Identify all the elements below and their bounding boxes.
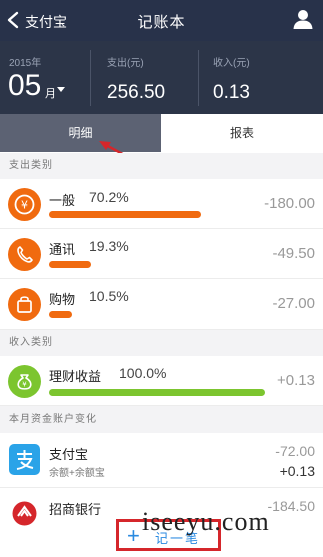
- account-amount-out: -72.00: [275, 443, 315, 459]
- account-amount-in: +0.13: [279, 463, 315, 479]
- expense-total: 256.50: [107, 82, 166, 103]
- category-name: 购物: [49, 292, 76, 307]
- year-label: 2015年: [9, 58, 42, 69]
- account-amount-out: -184.50: [267, 498, 315, 514]
- tab-report[interactable]: 报表: [161, 114, 323, 152]
- view-tabs: 明细 报表: [0, 114, 323, 152]
- account-row-alipay[interactable]: 支付宝 余额+余额宝 -72.00 +0.13: [0, 433, 323, 488]
- account-name: 招商银行: [49, 502, 102, 517]
- accounts-section-header: 本月资金账户变化: [0, 406, 323, 433]
- expense-label: 支出(元): [107, 58, 144, 69]
- expense-row-telecom[interactable]: 通讯 19.3% -49.50: [0, 229, 323, 279]
- yen-icon: ¥: [8, 188, 41, 221]
- watermark: iseeyu.com: [142, 507, 270, 536]
- category-percent: 100.0%: [119, 365, 167, 381]
- svg-text:¥: ¥: [22, 381, 27, 389]
- account-subtitle: 余额+余额宝: [49, 468, 105, 479]
- monthly-summary: 2015年 05 月 支出(元) 256.50 收入(元) 0.13: [0, 41, 323, 114]
- divider: [90, 50, 91, 106]
- divider: [198, 50, 199, 106]
- income-total: 0.13: [213, 82, 250, 103]
- category-percent: 70.2%: [89, 189, 129, 205]
- tab-detail[interactable]: 明细: [0, 114, 161, 152]
- category-name: 一般: [49, 193, 76, 208]
- top-nav-bar: 支付宝 记账本: [0, 0, 323, 41]
- caret-down-icon[interactable]: [57, 87, 65, 92]
- share-bar: [49, 261, 91, 268]
- income-section-header: 收入类别: [0, 330, 323, 356]
- month-selector[interactable]: 05: [8, 69, 41, 103]
- expense-row-shopping[interactable]: 购物 10.5% -27.00: [0, 279, 323, 330]
- category-amount: +0.13: [277, 372, 315, 389]
- cmb-bank-icon: [9, 498, 40, 529]
- svg-text:¥: ¥: [21, 199, 28, 212]
- share-bar: [49, 311, 72, 318]
- income-row-wealth[interactable]: ¥ 理财收益 100.0% +0.13: [0, 356, 323, 406]
- category-amount: -49.50: [272, 245, 315, 262]
- alipay-icon: [9, 444, 40, 475]
- category-percent: 10.5%: [89, 288, 129, 304]
- money-bag-icon: ¥: [8, 365, 41, 398]
- share-bar: [49, 389, 265, 396]
- expense-section-header: 支出类别: [0, 153, 323, 179]
- page-title: 记账本: [137, 14, 186, 31]
- expense-row-general[interactable]: ¥ 一般 70.2% -180.00: [0, 179, 323, 229]
- user-profile-icon[interactable]: [292, 8, 314, 30]
- plus-icon[interactable]: +: [127, 523, 140, 549]
- shopping-bag-icon: [8, 288, 41, 321]
- month-unit[interactable]: 月: [45, 85, 56, 101]
- category-name: 理财收益: [49, 369, 102, 384]
- category-percent: 19.3%: [89, 238, 129, 254]
- category-name: 通讯: [49, 242, 76, 257]
- category-amount: -27.00: [272, 295, 315, 312]
- share-bar: [49, 211, 201, 218]
- account-name: 支付宝: [49, 447, 89, 462]
- phone-icon: [8, 238, 41, 271]
- income-label: 收入(元): [213, 58, 250, 69]
- category-amount: -180.00: [264, 195, 315, 212]
